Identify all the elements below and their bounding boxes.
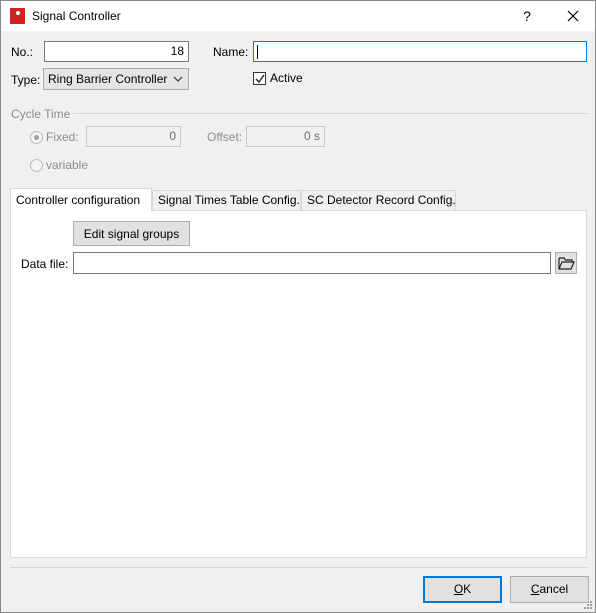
ok-button[interactable]: OK (423, 576, 502, 603)
ok-label: OK (454, 582, 471, 596)
ok-mnemonic: O (453, 582, 464, 596)
cancel-label-rest: ancel (539, 582, 569, 596)
edit-signal-groups-button[interactable]: Edit signal groups (73, 221, 190, 246)
signal-controller-dialog: Signal Controller ? No.: 18 Name: Type: … (0, 0, 596, 613)
variable-radio[interactable] (30, 159, 43, 172)
close-icon (567, 10, 579, 22)
folder-open-icon (558, 257, 575, 270)
active-label: Active (270, 71, 303, 85)
name-label: Name: (213, 45, 249, 59)
tab-signal-times-table-config[interactable]: Signal Times Table Config. (152, 190, 301, 210)
type-label: Type: (11, 73, 41, 87)
ok-label-rest: K (463, 582, 472, 596)
type-dropdown[interactable]: Ring Barrier Controller (43, 68, 189, 90)
tab-label: Signal Times Table Config. (158, 193, 300, 207)
radio-selected-dot (34, 135, 39, 140)
active-checkbox[interactable] (253, 72, 266, 85)
fixed-radio[interactable] (30, 131, 43, 144)
data-file-label: Data file: (21, 257, 69, 271)
help-icon: ? (523, 8, 531, 24)
fixed-value: 0 (169, 129, 176, 143)
data-file-field[interactable] (73, 252, 551, 274)
footer-divider (10, 567, 587, 568)
no-value: 18 (170, 44, 184, 58)
chevron-down-icon (173, 76, 183, 82)
offset-value: 0 s (303, 129, 320, 143)
close-button[interactable] (553, 1, 593, 31)
tab-label: Controller configuration (16, 193, 141, 207)
no-field[interactable]: 18 (44, 41, 189, 62)
no-label: No.: (11, 45, 34, 59)
type-value: Ring Barrier Controller (48, 72, 168, 86)
title-bar[interactable]: Signal Controller ? (1, 1, 595, 31)
browse-data-file-button[interactable] (555, 252, 577, 274)
text-caret (257, 45, 258, 59)
cancel-button[interactable]: Cancel (510, 576, 589, 603)
checkmark-icon (255, 74, 265, 84)
tab-label: SC Detector Record Config. (307, 193, 456, 207)
cycle-time-divider (73, 113, 587, 114)
variable-label: variable (46, 158, 89, 172)
fixed-label: Fixed: (46, 130, 79, 144)
offset-label: Offset: (207, 130, 243, 144)
help-button[interactable]: ? (507, 1, 547, 31)
resize-grip-icon[interactable] (582, 599, 592, 609)
tab-controller-configuration[interactable]: Controller configuration (10, 188, 152, 211)
cycle-time-label: Cycle Time (11, 107, 71, 121)
cancel-label: Cancel (531, 582, 568, 596)
tab-sc-detector-record-config[interactable]: SC Detector Record Config. (301, 190, 456, 210)
signal-controller-icon (10, 8, 25, 24)
window-title: Signal Controller (32, 9, 121, 23)
fixed-field[interactable]: 0 (86, 126, 181, 147)
name-field[interactable] (253, 41, 587, 62)
button-label: Edit signal groups (83, 227, 180, 241)
offset-field[interactable]: 0 s (246, 126, 325, 147)
